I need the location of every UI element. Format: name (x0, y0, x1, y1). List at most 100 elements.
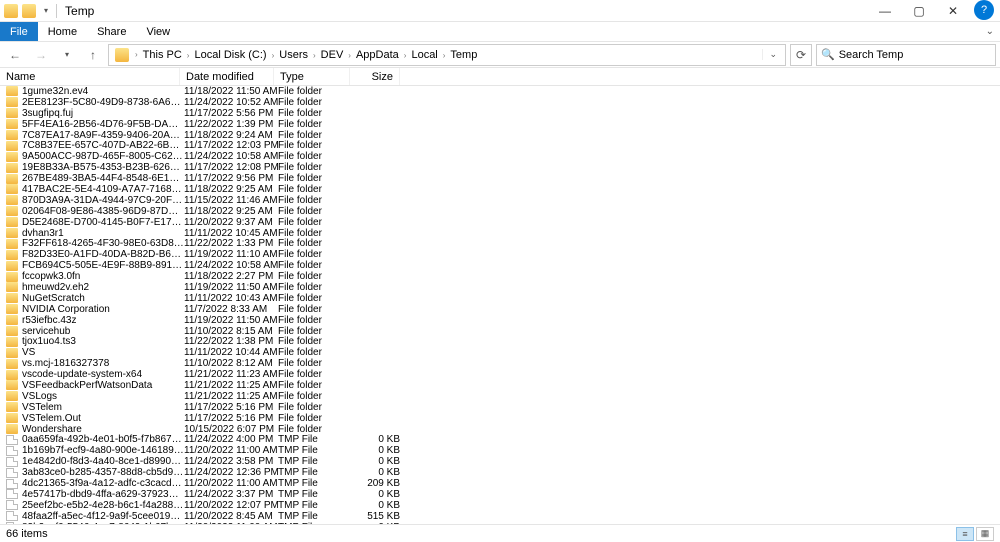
list-item[interactable]: D5E2468E-D700-4145-B0F7-E1714BC6F35011/2… (0, 217, 1000, 228)
close-button[interactable]: ✕ (936, 0, 970, 22)
breadcrumb-users[interactable]: Users (276, 49, 311, 61)
qat-customize-icon[interactable]: ▾ (40, 6, 52, 15)
list-item[interactable]: 25eef2bc-e5b2-4e28-b6c1-f4a288cfa997.tmp… (0, 500, 1000, 511)
address-bar[interactable]: › This PC›Local Disk (C:)›Users›DEV›AppD… (108, 44, 786, 66)
list-item[interactable]: VSLogs11/21/2022 11:25 AMFile folder (0, 391, 1000, 402)
item-name: VSLogs (22, 391, 184, 402)
help-button[interactable]: ? (974, 0, 994, 20)
list-item[interactable]: 1e4842d0-f8d3-4a40-8ce1-d8990e2b432b.tmp… (0, 456, 1000, 467)
list-item[interactable]: 2EE8123F-5C80-49D9-8738-6A6D6801D36611/2… (0, 97, 1000, 108)
item-name: 0aa659fa-492b-4e01-b0f5-f7b867cdc3c9.tmp (22, 434, 184, 445)
breadcrumb-appdata[interactable]: AppData (353, 49, 402, 61)
list-item[interactable]: VS11/11/2022 10:44 AMFile folder (0, 347, 1000, 358)
list-item[interactable]: VSTelem11/17/2022 5:16 PMFile folder (0, 402, 1000, 413)
list-item[interactable]: 7C8B37EE-657C-407D-AB22-6B1D6A65636211/1… (0, 140, 1000, 151)
list-item[interactable]: 5FF4EA16-2B56-4D76-9F5B-DAC33F23336411/2… (0, 119, 1000, 130)
app-folder-icon (4, 4, 18, 18)
tab-share[interactable]: Share (87, 22, 136, 41)
details-view-icon[interactable]: ≡ (956, 527, 974, 541)
list-item[interactable]: 02064F08-9E86-4385-96D9-87DE2496F98111/1… (0, 206, 1000, 217)
minimize-button[interactable]: — (868, 0, 902, 22)
list-item[interactable]: 3ab83ce0-b285-4357-88d8-cb5d9e95d5e2.tmp… (0, 467, 1000, 478)
folder-icon (6, 152, 18, 162)
item-name: 7C87EA17-8A9F-4359-9406-20ABF682628A (22, 130, 184, 141)
chevron-right-icon[interactable]: › (346, 51, 353, 60)
col-name[interactable]: Name (0, 68, 180, 85)
item-date: 11/19/2022 11:50 AM (184, 315, 278, 326)
list-item[interactable]: 417BAC2E-5E4-4109-A7A7-7168366DF10A11/18… (0, 184, 1000, 195)
list-item[interactable]: fccopwk3.0fn11/18/2022 2:27 PMFile folde… (0, 271, 1000, 282)
list-item[interactable]: 19E8B33A-B575-4353-B23B-6262BD7C363D11/1… (0, 162, 1000, 173)
list-item[interactable]: vs.mcj-181632737811/10/2022 8:12 AMFile … (0, 358, 1000, 369)
item-date: 11/24/2022 10:58 AM (184, 151, 278, 162)
breadcrumb-this-pc[interactable]: This PC (140, 49, 185, 61)
breadcrumb-local-disk-c-[interactable]: Local Disk (C:) (191, 49, 269, 61)
item-name: VSTelem (22, 402, 184, 413)
list-item[interactable]: VSTelem.Out11/17/2022 5:16 PMFile folder (0, 413, 1000, 424)
list-item[interactable]: hmeuwd2v.eh211/19/2022 11:50 AMFile fold… (0, 282, 1000, 293)
col-type[interactable]: Type (274, 68, 350, 85)
item-date: 11/7/2022 8:33 AM (184, 304, 278, 315)
list-item[interactable]: tjox1uo4.ts311/22/2022 1:38 PMFile folde… (0, 336, 1000, 347)
item-name: hmeuwd2v.eh2 (22, 282, 184, 293)
list-item[interactable]: 0aa659fa-492b-4e01-b0f5-f7b867cdc3c9.tmp… (0, 435, 1000, 446)
item-name: NuGetScratch (22, 293, 184, 304)
file-list[interactable]: 1gume32n.ev411/18/2022 11:50 AMFile fold… (0, 86, 1000, 524)
search-input[interactable]: 🔍 Search Temp (816, 44, 996, 66)
list-item[interactable]: 7C87EA17-8A9F-4359-9406-20ABF682628A11/1… (0, 130, 1000, 141)
chevron-right-icon[interactable]: › (311, 51, 318, 60)
list-item[interactable]: 4e57417b-dbd9-4ffa-a629-37923df93c54.tmp… (0, 489, 1000, 500)
ribbon-expand-icon[interactable]: ⌄ (980, 22, 1000, 41)
recent-locations-icon[interactable]: ▾ (56, 44, 78, 66)
list-item[interactable]: 48faa2ff-a5ec-4f12-9a9f-5cee019b0dc6.tmp… (0, 511, 1000, 522)
col-size[interactable]: Size (350, 68, 400, 85)
up-button[interactable]: ↑ (82, 44, 104, 66)
item-name: 4dc21365-3f9a-4a12-adfc-c3cacd9d65c3.tmp (22, 478, 184, 489)
tab-home[interactable]: Home (38, 22, 87, 41)
chevron-right-icon[interactable]: › (133, 50, 140, 59)
list-item[interactable]: 4dc21365-3f9a-4a12-adfc-c3cacd9d65c3.tmp… (0, 478, 1000, 489)
list-item[interactable]: r53iefbc.43z11/19/2022 11:50 AMFile fold… (0, 315, 1000, 326)
breadcrumb-dev[interactable]: DEV (318, 49, 347, 61)
address-dropdown-icon[interactable]: ⌄ (762, 49, 783, 60)
list-item[interactable]: Wondershare10/15/2022 6:07 PMFile folder (0, 424, 1000, 435)
list-item[interactable]: 3sugfipq.fuj11/17/2022 5:56 PMFile folde… (0, 108, 1000, 119)
list-item[interactable]: FCB694C5-505E-4E9F-88B9-89147B278B5F011/… (0, 260, 1000, 271)
list-item[interactable]: 870D3A9A-31DA-4944-97C9-20F9F249848B11/1… (0, 195, 1000, 206)
list-item[interactable]: servicehub11/10/2022 8:15 AMFile folder (0, 326, 1000, 337)
item-date: 11/22/2022 1:38 PM (184, 336, 278, 347)
forward-button[interactable]: → (30, 44, 52, 66)
item-name: NVIDIA Corporation (22, 304, 184, 315)
back-button[interactable]: ← (4, 44, 26, 66)
item-name: 5FF4EA16-2B56-4D76-9F5B-DAC33F233364 (22, 119, 184, 130)
refresh-button[interactable]: ⟳ (790, 44, 812, 66)
tab-file[interactable]: File (0, 22, 38, 41)
item-size: 0 KB (354, 456, 404, 467)
window-controls: — ▢ ✕ ? (868, 0, 996, 22)
item-name: F82D33E0-A1FD-40DA-B82D-B646BE7C1750 (22, 249, 184, 260)
file-icon (6, 446, 18, 456)
list-item[interactable]: NVIDIA Corporation11/7/2022 8:33 AMFile … (0, 304, 1000, 315)
col-date[interactable]: Date modified (180, 68, 274, 85)
list-item[interactable]: VSFeedbackPerfWatsonData11/21/2022 11:25… (0, 380, 1000, 391)
list-item[interactable]: 1b169b7f-ecf9-4a80-900e-146189417748.tmp… (0, 445, 1000, 456)
breadcrumb-temp[interactable]: Temp (447, 49, 480, 61)
list-item[interactable]: 267BE489-3BA5-44F4-8548-6E16D0722A6211/1… (0, 173, 1000, 184)
item-name: 25eef2bc-e5b2-4e28-b6c1-f4a288cfa997.tmp (22, 500, 184, 511)
tab-view[interactable]: View (136, 22, 180, 41)
list-item[interactable]: F32FF618-4265-4F30-98E0-63D87047D4B311/2… (0, 238, 1000, 249)
breadcrumb-local[interactable]: Local (408, 49, 440, 61)
list-item[interactable]: vscode-update-system-x6411/21/2022 11:23… (0, 369, 1000, 380)
list-item[interactable]: dvhan3r111/11/2022 10:45 AMFile folder (0, 228, 1000, 239)
thumbnails-view-icon[interactable]: ▦ (976, 527, 994, 541)
file-icon (6, 468, 18, 478)
item-type: TMP File (278, 478, 354, 489)
list-item[interactable]: F82D33E0-A1FD-40DA-B82D-B646BE7C175011/1… (0, 249, 1000, 260)
maximize-button[interactable]: ▢ (902, 0, 936, 22)
list-item[interactable]: 1gume32n.ev411/18/2022 11:50 AMFile fold… (0, 86, 1000, 97)
qat-folder-icon[interactable] (22, 4, 36, 18)
list-item[interactable]: NuGetScratch11/11/2022 10:43 AMFile fold… (0, 293, 1000, 304)
item-name: 267BE489-3BA5-44F4-8548-6E16D0722A62 (22, 173, 184, 184)
item-date: 11/10/2022 8:12 AM (184, 358, 278, 369)
list-item[interactable]: 9A500ACC-987D-465F-8005-C62306E65ACC11/2… (0, 151, 1000, 162)
